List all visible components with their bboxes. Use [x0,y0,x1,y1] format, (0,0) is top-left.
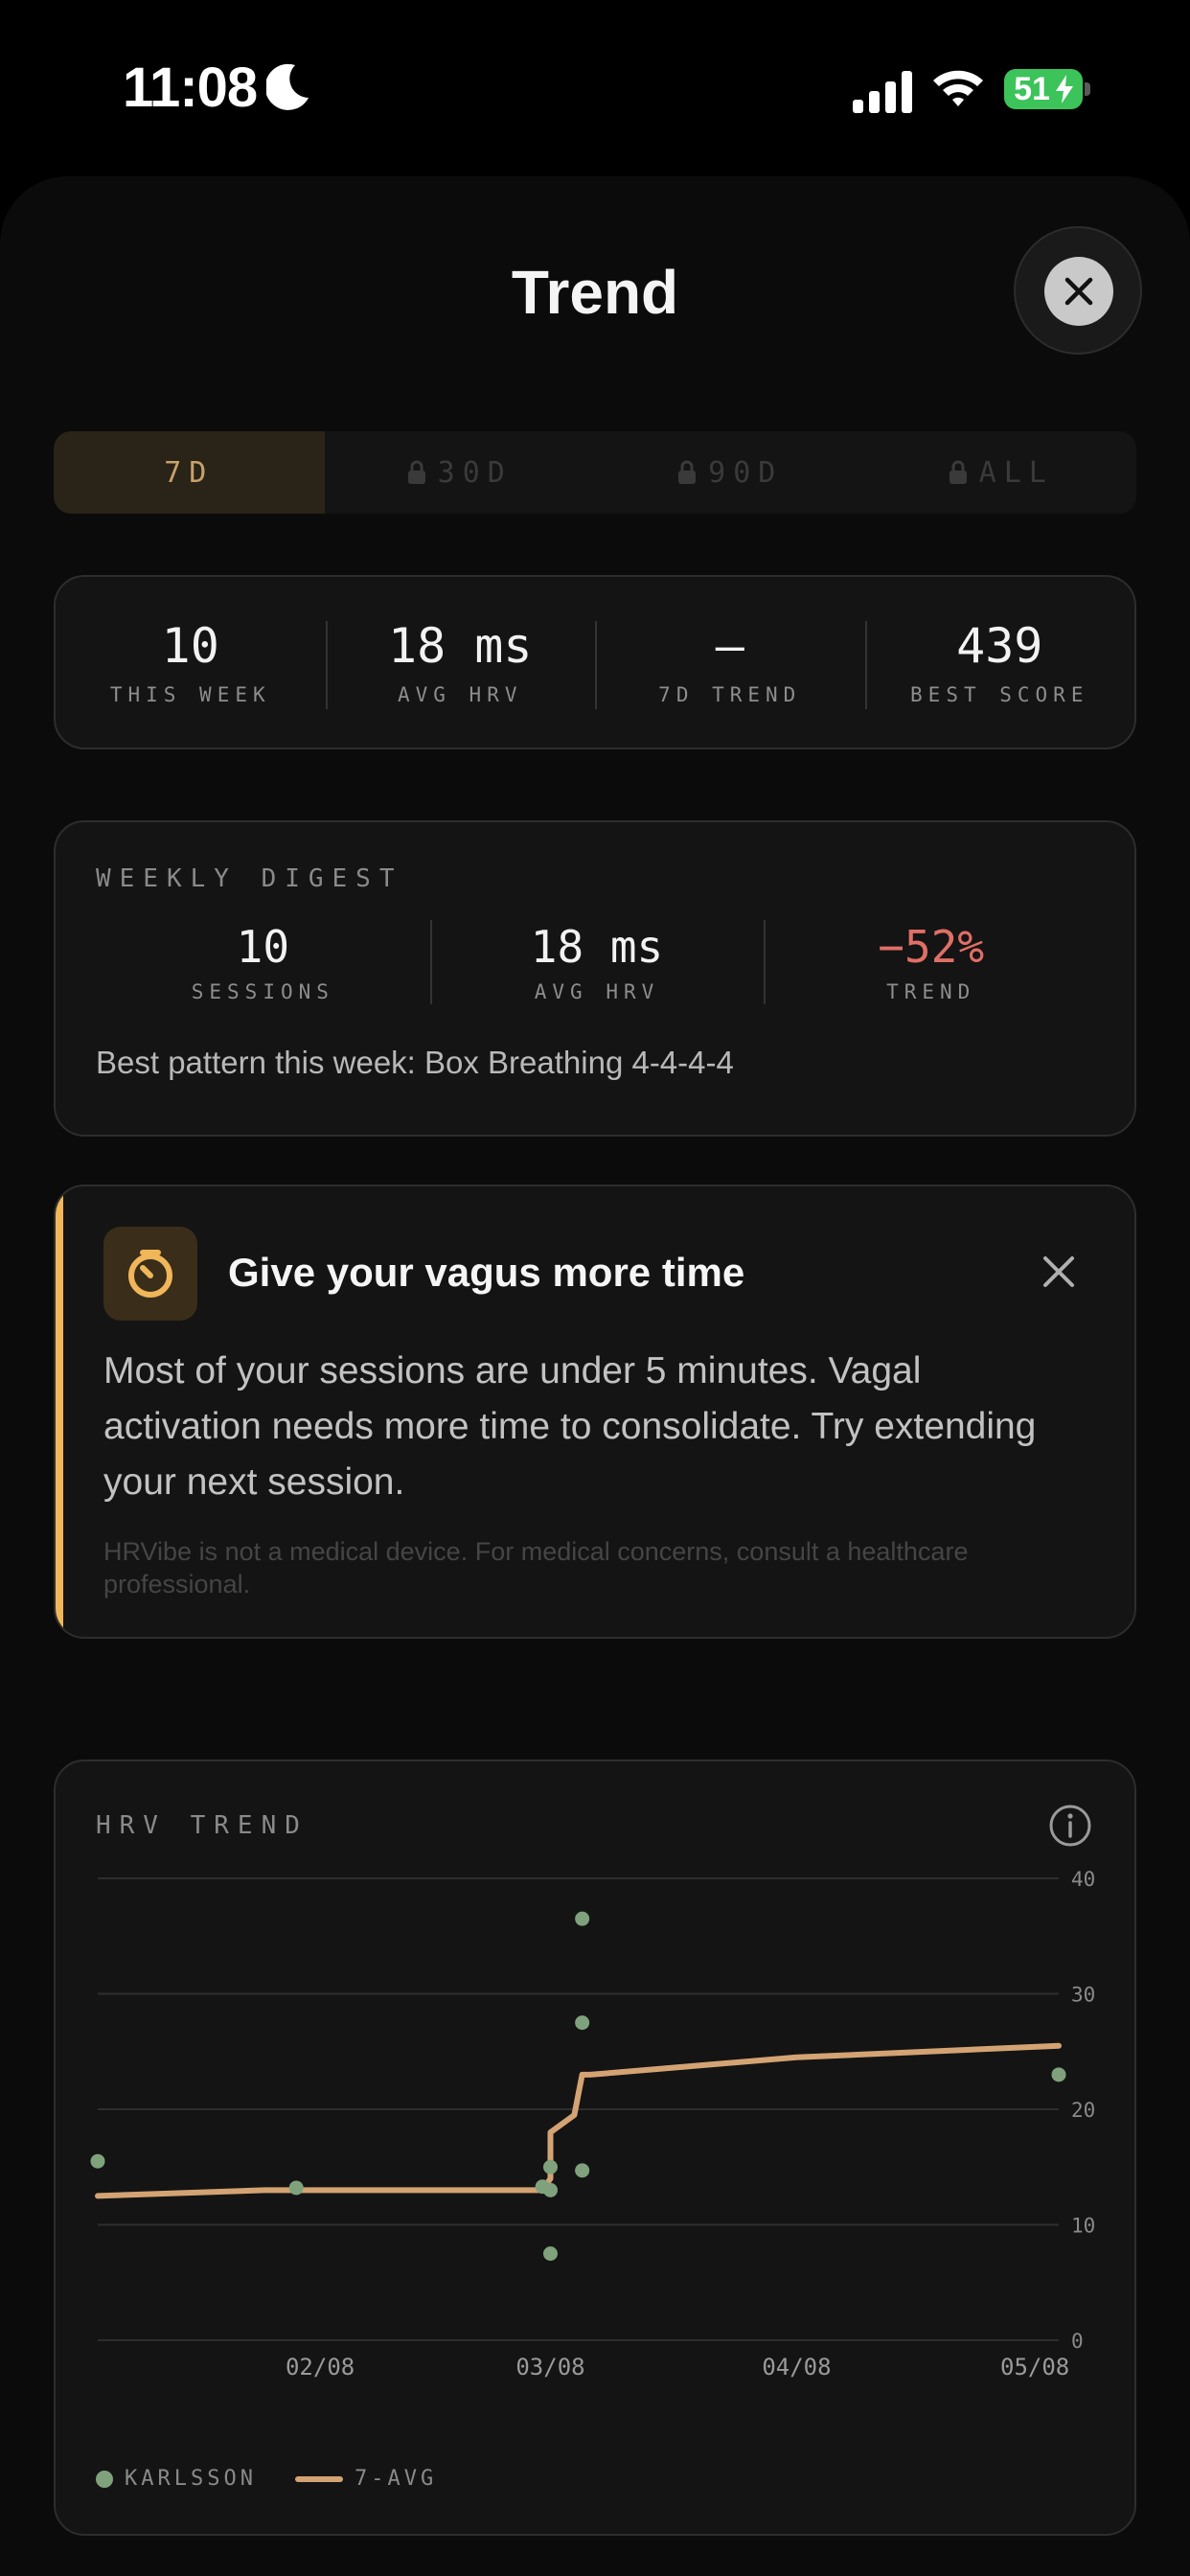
y-tick-label: 10 [1071,2215,1095,2238]
tab-label: 30D [437,455,513,490]
legend-point-marker [96,2470,113,2488]
digest-trend: −52% TREND [764,914,1098,1010]
x-tick-label: 02/08 [286,2354,355,2380]
stat-best-score: 439 BEST SCORE [864,577,1135,748]
close-button[interactable] [1014,226,1142,355]
digest-value: 18 ms [530,921,664,973]
stat-avg-hrv: 18 ms AVG HRV [325,577,596,748]
stat-label: THIS WEEK [109,683,271,706]
digest-stats: 10 SESSIONS 18 ms AVG HRV −52% TREND [96,914,1098,1010]
stat-label: BEST SCORE [910,683,1089,706]
chart-legend: KARLSSON 7-AVG [96,2467,437,2491]
y-tick-label: 30 [1071,1984,1095,2007]
charging-bolt-icon [1056,75,1073,104]
digest-value: −52% [878,921,985,973]
close-icon [1064,277,1093,306]
x-tick-label: 05/08 [1000,2354,1069,2380]
digest-best-pattern: Best pattern this week: Box Breathing 4-… [96,1045,734,1080]
lock-icon [949,460,967,484]
close-button-circle[interactable] [1044,257,1113,326]
stat-label: 7D TREND [658,683,802,706]
y-tick-label: 0 [1071,2330,1084,2353]
hrv-trend-card: HRV TREND 0 10 20 30 40 02/08 03/08 04/08 05/08 … [54,1760,1136,2536]
timer-icon [103,1227,197,1321]
stat-this-week: 10 THIS WEEK [56,577,326,748]
tab-30d[interactable]: 30D [325,431,596,514]
digest-heading: WEEKLY DIGEST [96,864,403,893]
tab-label: 90D [708,455,784,490]
y-tick-label: 40 [1071,1868,1095,1891]
insight-body: Most of your sessions are under 5 minute… [103,1350,1037,1503]
legend-line-label: 7-AVG [354,2467,438,2491]
data-point [542,2159,558,2174]
wifi-icon [933,70,983,106]
stat-label: AVG HRV [397,683,523,706]
data-point [542,2246,558,2262]
data-point [575,2163,590,2178]
digest-label: SESSIONS [191,980,334,1003]
data-point [288,2180,304,2196]
digest-avg-hrv: 18 ms AVG HRV [429,914,765,1010]
tab-label: 7D [164,455,215,490]
moon-icon [266,63,309,110]
x-tick-label: 04/08 [762,2354,831,2380]
status-time: 11:08 [123,57,258,119]
legend-points-label: KARLSSON [125,2467,257,2491]
stat-value: 439 [956,618,1043,674]
tab-90d[interactable]: 90D [595,431,866,514]
data-point [542,2182,558,2197]
digest-label: TREND [886,980,976,1003]
stat-value: 10 [161,618,219,674]
summary-stats-card: 10 THIS WEEK 18 ms AVG HRV — 7D TREND 43… [54,575,1136,749]
tab-all[interactable]: ALL [866,431,1137,514]
signal-icon [853,71,912,113]
weekly-digest-card: WEEKLY DIGEST 10 SESSIONS 18 ms AVG HRV … [54,820,1136,1137]
digest-value: 10 [236,921,290,973]
lock-icon [407,460,425,484]
hrv-trend-chart: 0 10 20 30 40 02/08 03/08 04/08 05/08 [90,1868,1095,2380]
tab-7d[interactable]: 7D [54,431,325,514]
insight-card: Give your vagus more time Most of your s… [54,1184,1136,1639]
dismiss-icon[interactable] [1042,1255,1075,1288]
data-point [90,2153,105,2169]
page-title: Trend [511,258,679,327]
battery-cap [1085,82,1090,96]
data-point [575,2015,590,2031]
stat-value: 18 ms [387,618,533,674]
data-point [1051,2067,1066,2082]
insight-disclaimer: HRVibe is not a medical device. For medi… [103,1537,969,1598]
insight-title: Give your vagus more time [228,1250,745,1295]
digest-sessions: 10 SESSIONS [96,914,430,1010]
x-tick-label: 03/08 [515,2354,584,2380]
y-tick-label: 20 [1071,2099,1095,2122]
tab-label: ALL [978,455,1054,490]
stat-value: — [715,618,744,674]
digest-label: AVG HRV [534,980,660,1003]
range-selector: 7D 30D 90D ALL [54,431,1136,514]
battery-level: 51 [1014,71,1050,107]
status-bar: 11:08 51 [0,0,1190,172]
insight-accent-bar [56,1186,63,1637]
stat-7d-trend: — 7D TREND [595,577,865,748]
data-point [575,1911,590,1926]
battery-icon: 51 [1004,69,1083,109]
lock-icon [678,460,697,484]
legend-line-marker [294,2475,343,2482]
